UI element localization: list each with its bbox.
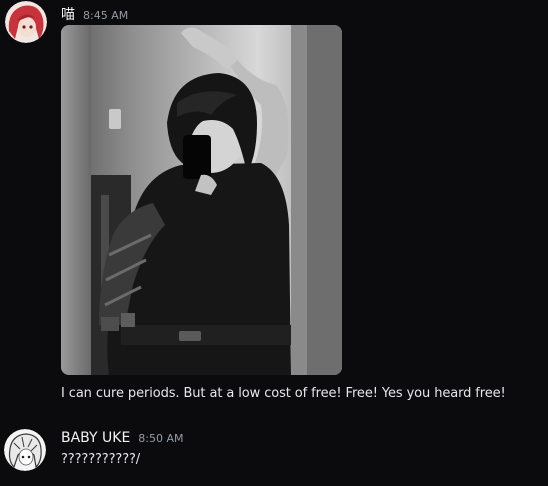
anime-avatar-white-hair-icon xyxy=(4,429,46,471)
mirror-selfie-photo-icon xyxy=(61,25,342,375)
image-attachment[interactable] xyxy=(61,25,342,375)
timestamp: 8:45 AM xyxy=(83,9,129,22)
message-header: 喵 8:45 AM xyxy=(61,4,128,24)
chat-messages: 喵 8:45 AM I can cure periods. But at a l… xyxy=(0,0,548,486)
timestamp: 8:50 AM xyxy=(138,432,184,445)
message-text: I can cure periods. But at a low cost of… xyxy=(61,386,506,401)
user-avatar[interactable] xyxy=(5,1,47,43)
anime-avatar-red-hair-icon xyxy=(5,1,47,43)
username[interactable]: BABY UKE xyxy=(61,430,130,446)
user-avatar[interactable] xyxy=(4,429,46,471)
message-text: ???????????/ xyxy=(61,452,141,467)
username[interactable]: 喵 xyxy=(61,4,75,24)
message-header: BABY UKE 8:50 AM xyxy=(61,430,184,446)
